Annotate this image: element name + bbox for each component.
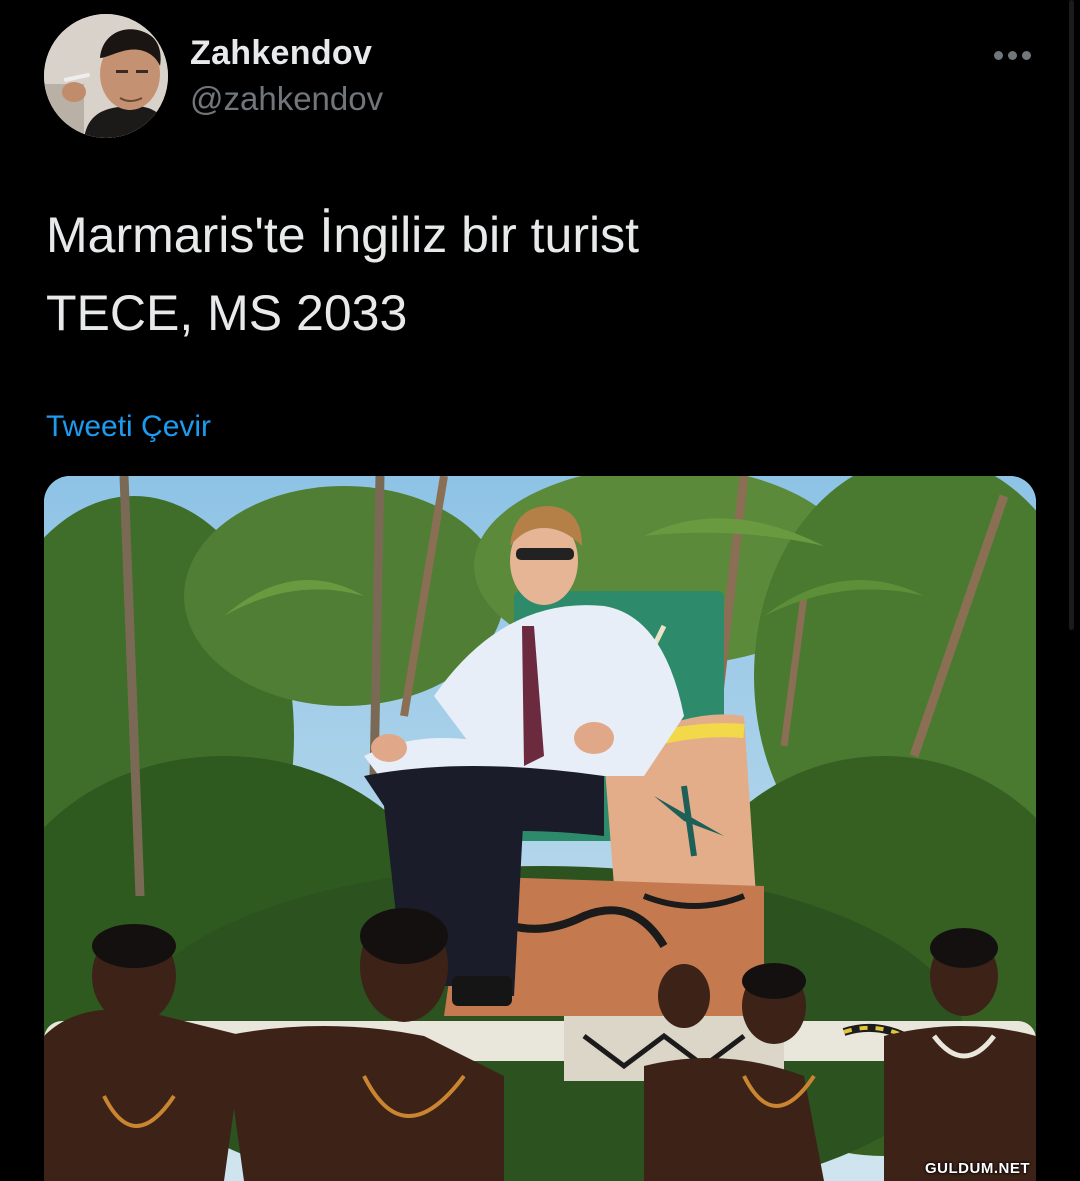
scrollbar[interactable] bbox=[1069, 0, 1074, 630]
avatar-photo bbox=[44, 14, 168, 138]
author-handle[interactable]: @zahkendov bbox=[190, 80, 383, 118]
more-dot bbox=[993, 50, 1003, 60]
more-icon[interactable] bbox=[990, 46, 1034, 64]
watermark: GULDUM.NET bbox=[925, 1160, 1030, 1177]
tweet-text: Marmaris'te İngiliz bir turist TECE, MS … bbox=[46, 207, 639, 341]
more-dot bbox=[1021, 50, 1031, 60]
tweet-media[interactable]: GULDUM.NET bbox=[44, 476, 1036, 1181]
author-display-name[interactable]: Zahkendov bbox=[190, 34, 372, 73]
media-photo bbox=[44, 476, 1036, 1181]
avatar[interactable] bbox=[44, 14, 168, 138]
more-dot bbox=[1007, 50, 1017, 60]
translate-tweet-link[interactable]: Tweeti Çevir bbox=[46, 410, 211, 444]
